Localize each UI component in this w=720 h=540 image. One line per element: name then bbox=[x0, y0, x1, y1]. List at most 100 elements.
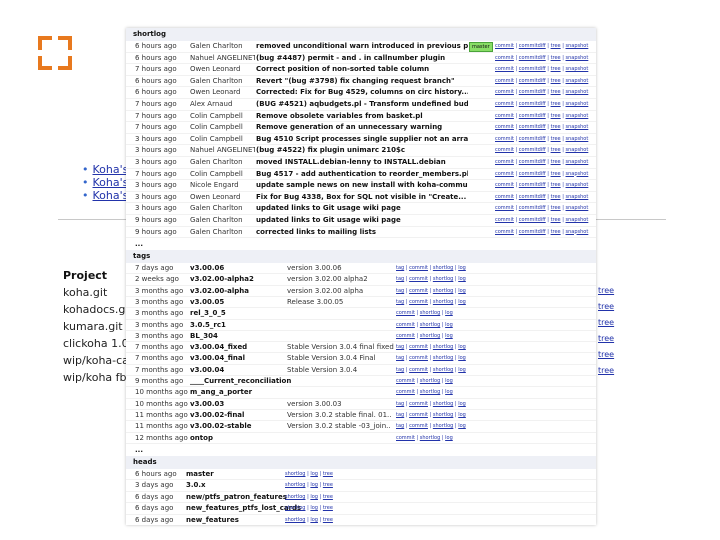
shortlog-link[interactable]: shortlog bbox=[420, 322, 440, 328]
shortlog-row[interactable]: 7 hours ago Colin Campbell Remove generati… bbox=[126, 122, 596, 134]
shortlog-link[interactable]: shortlog bbox=[433, 344, 453, 350]
tag-name[interactable]: rel_3_0_5 bbox=[190, 308, 226, 318]
commit-link[interactable]: commit bbox=[409, 401, 428, 407]
commit-message[interactable]: moved INSTALL.debian-lenny to INSTALL.de… bbox=[256, 157, 468, 168]
tag-row[interactable]: 11 months ago v3.00.02-stable Version 3.0.… bbox=[126, 421, 596, 433]
commitdiff-link[interactable]: commitdiff bbox=[519, 171, 546, 177]
tag-link[interactable]: tag bbox=[396, 344, 404, 350]
shortlog-more-link[interactable]: ... bbox=[126, 238, 596, 250]
commit-link[interactable]: commit bbox=[396, 322, 415, 328]
tree-link[interactable]: tree bbox=[551, 101, 561, 107]
tag-name[interactable]: v3.02.00-alpha2 bbox=[190, 274, 254, 284]
commit-message[interactable]: (bug #4487) permit - and . in callnumber… bbox=[256, 53, 468, 64]
tag-name[interactable]: m_ang_a_porter bbox=[190, 387, 252, 397]
tag-row[interactable]: 11 months ago v3.00.02-final Version 3.0.2… bbox=[126, 410, 596, 422]
shortlog-row[interactable]: 3 hours ago Colin Campbell Bug 4510 Script… bbox=[126, 134, 596, 146]
bullet-item[interactable]: Koha's bbox=[82, 176, 129, 189]
tree-link[interactable]: tree bbox=[551, 113, 561, 119]
log-link[interactable]: log bbox=[458, 288, 466, 294]
commit-message[interactable]: Remove obsolete variables from basket.pl bbox=[256, 111, 468, 122]
log-link[interactable]: log bbox=[458, 423, 466, 429]
commit-message[interactable]: updated links to Git usage wiki page bbox=[256, 203, 468, 214]
log-link[interactable]: log bbox=[310, 494, 318, 500]
shortlog-link[interactable]: shortlog bbox=[420, 378, 440, 384]
bullet-item[interactable]: Koha's bbox=[82, 189, 129, 202]
shortlog-title[interactable]: shortlog bbox=[126, 28, 596, 41]
tree-link[interactable]: tree bbox=[551, 147, 561, 153]
tree-link[interactable]: tree bbox=[551, 182, 561, 188]
tree-link[interactable]: tree bbox=[551, 78, 561, 84]
commit-link[interactable]: commit bbox=[396, 333, 415, 339]
tag-name[interactable]: v3.02.00-alpha bbox=[190, 286, 249, 296]
commitdiff-link[interactable]: commitdiff bbox=[519, 182, 546, 188]
tag-link[interactable]: tag bbox=[396, 276, 404, 282]
commit-message[interactable]: Remove generation of an unnecessary warn… bbox=[256, 122, 468, 133]
tag-link[interactable]: tag bbox=[396, 265, 404, 271]
tree-link[interactable]: tree bbox=[551, 136, 561, 142]
commit-message[interactable]: Fix for Bug 4338, Box for SQL not visibl… bbox=[256, 192, 468, 203]
tag-row[interactable]: 2 weeks ago v3.02.00-alpha2 version 3.02.0… bbox=[126, 274, 596, 286]
commitdiff-link[interactable]: commitdiff bbox=[519, 66, 546, 72]
commit-link[interactable]: commit bbox=[409, 367, 428, 373]
project-item[interactable]: clickoha 1.0 bbox=[63, 335, 133, 352]
commit-link[interactable]: commit bbox=[495, 229, 514, 235]
commit-link[interactable]: commit bbox=[495, 194, 514, 200]
tag-row[interactable]: 3 months ago v3.02.00-alpha version 3.02.0… bbox=[126, 286, 596, 297]
commit-link[interactable]: commit bbox=[495, 205, 514, 211]
tree-link[interactable]: tree bbox=[323, 505, 333, 511]
commit-link[interactable]: commit bbox=[409, 412, 428, 418]
tag-row[interactable]: 10 months ago v3.00.03 version 3.00.03 tag … bbox=[126, 399, 596, 410]
commit-link[interactable]: commit bbox=[495, 124, 514, 130]
head-name[interactable]: new/ptfs_patron_features bbox=[186, 492, 287, 503]
head-name[interactable]: new_features_ptfs_lost_cards bbox=[186, 503, 301, 514]
project-item[interactable]: kumara.git bbox=[63, 318, 133, 335]
commitdiff-link[interactable]: commitdiff bbox=[519, 229, 546, 235]
tag-row[interactable]: 10 months ago m_ang_a_porter commit | shor… bbox=[126, 387, 596, 399]
shortlog-row[interactable]: 9 hours ago Galen Charlton corrected links… bbox=[126, 227, 596, 239]
shortlog-row[interactable]: 3 hours ago Galen Charlton updated links t… bbox=[126, 203, 596, 215]
shortlog-link[interactable]: shortlog bbox=[285, 471, 305, 477]
tag-name[interactable]: v3.00.02-final bbox=[190, 410, 244, 420]
commit-message[interactable]: removed unconditional warn introduced in… bbox=[256, 41, 468, 52]
shortlog-link[interactable]: shortlog bbox=[433, 276, 453, 282]
snapshot-link[interactable]: snapshot bbox=[566, 66, 589, 72]
project-item[interactable]: koha.git bbox=[63, 284, 133, 301]
tags-more-link[interactable]: ... bbox=[126, 444, 596, 456]
commitdiff-link[interactable]: commitdiff bbox=[519, 124, 546, 130]
shortlog-row[interactable]: 3 hours ago Owen Leonard Fix for Bug 4338,… bbox=[126, 192, 596, 204]
tag-name[interactable]: ____Current_reconciliation bbox=[190, 376, 291, 386]
tags-title[interactable]: tags bbox=[126, 250, 596, 264]
commit-message[interactable]: (bug #4522) fix plugin unimarc 210$c bbox=[256, 145, 468, 156]
tag-name[interactable]: v3.00.04_final bbox=[190, 353, 245, 363]
tree-link[interactable]: tree bbox=[598, 363, 614, 379]
commit-link[interactable]: commit bbox=[409, 288, 428, 294]
head-row[interactable]: 6 days ago new_features_ptfs_lost_cards sh… bbox=[126, 503, 596, 515]
shortlog-link[interactable]: shortlog bbox=[285, 517, 305, 523]
log-link[interactable]: log bbox=[458, 299, 466, 305]
commit-link[interactable]: commit bbox=[495, 66, 514, 72]
snapshot-link[interactable]: snapshot bbox=[566, 217, 589, 223]
commit-link[interactable]: commit bbox=[409, 355, 428, 361]
shortlog-link[interactable]: shortlog bbox=[420, 310, 440, 316]
commit-link[interactable]: commit bbox=[495, 101, 514, 107]
shortlog-link[interactable]: shortlog bbox=[420, 333, 440, 339]
log-link[interactable]: log bbox=[445, 322, 453, 328]
snapshot-link[interactable]: snapshot bbox=[566, 78, 589, 84]
log-link[interactable]: log bbox=[310, 482, 318, 488]
commit-link[interactable]: commit bbox=[495, 43, 514, 49]
tree-link[interactable]: tree bbox=[323, 517, 333, 523]
commit-link[interactable]: commit bbox=[495, 55, 514, 61]
tag-name[interactable]: v3.00.06 bbox=[190, 263, 224, 273]
tag-name[interactable]: ontop bbox=[190, 433, 213, 443]
snapshot-link[interactable]: snapshot bbox=[566, 55, 589, 61]
commit-link[interactable]: commit bbox=[409, 299, 428, 305]
head-name[interactable]: 3.0.x bbox=[186, 480, 206, 491]
shortlog-row[interactable]: 7 hours ago Alex Arnaud (BUG #4521) aqbudg… bbox=[126, 99, 596, 111]
snapshot-link[interactable]: snapshot bbox=[566, 113, 589, 119]
shortlog-link[interactable]: shortlog bbox=[433, 355, 453, 361]
commitdiff-link[interactable]: commitdiff bbox=[519, 147, 546, 153]
commit-link[interactable]: commit bbox=[396, 435, 415, 441]
commit-link[interactable]: commit bbox=[495, 113, 514, 119]
tree-link[interactable]: tree bbox=[551, 43, 561, 49]
commit-link[interactable]: commit bbox=[495, 182, 514, 188]
